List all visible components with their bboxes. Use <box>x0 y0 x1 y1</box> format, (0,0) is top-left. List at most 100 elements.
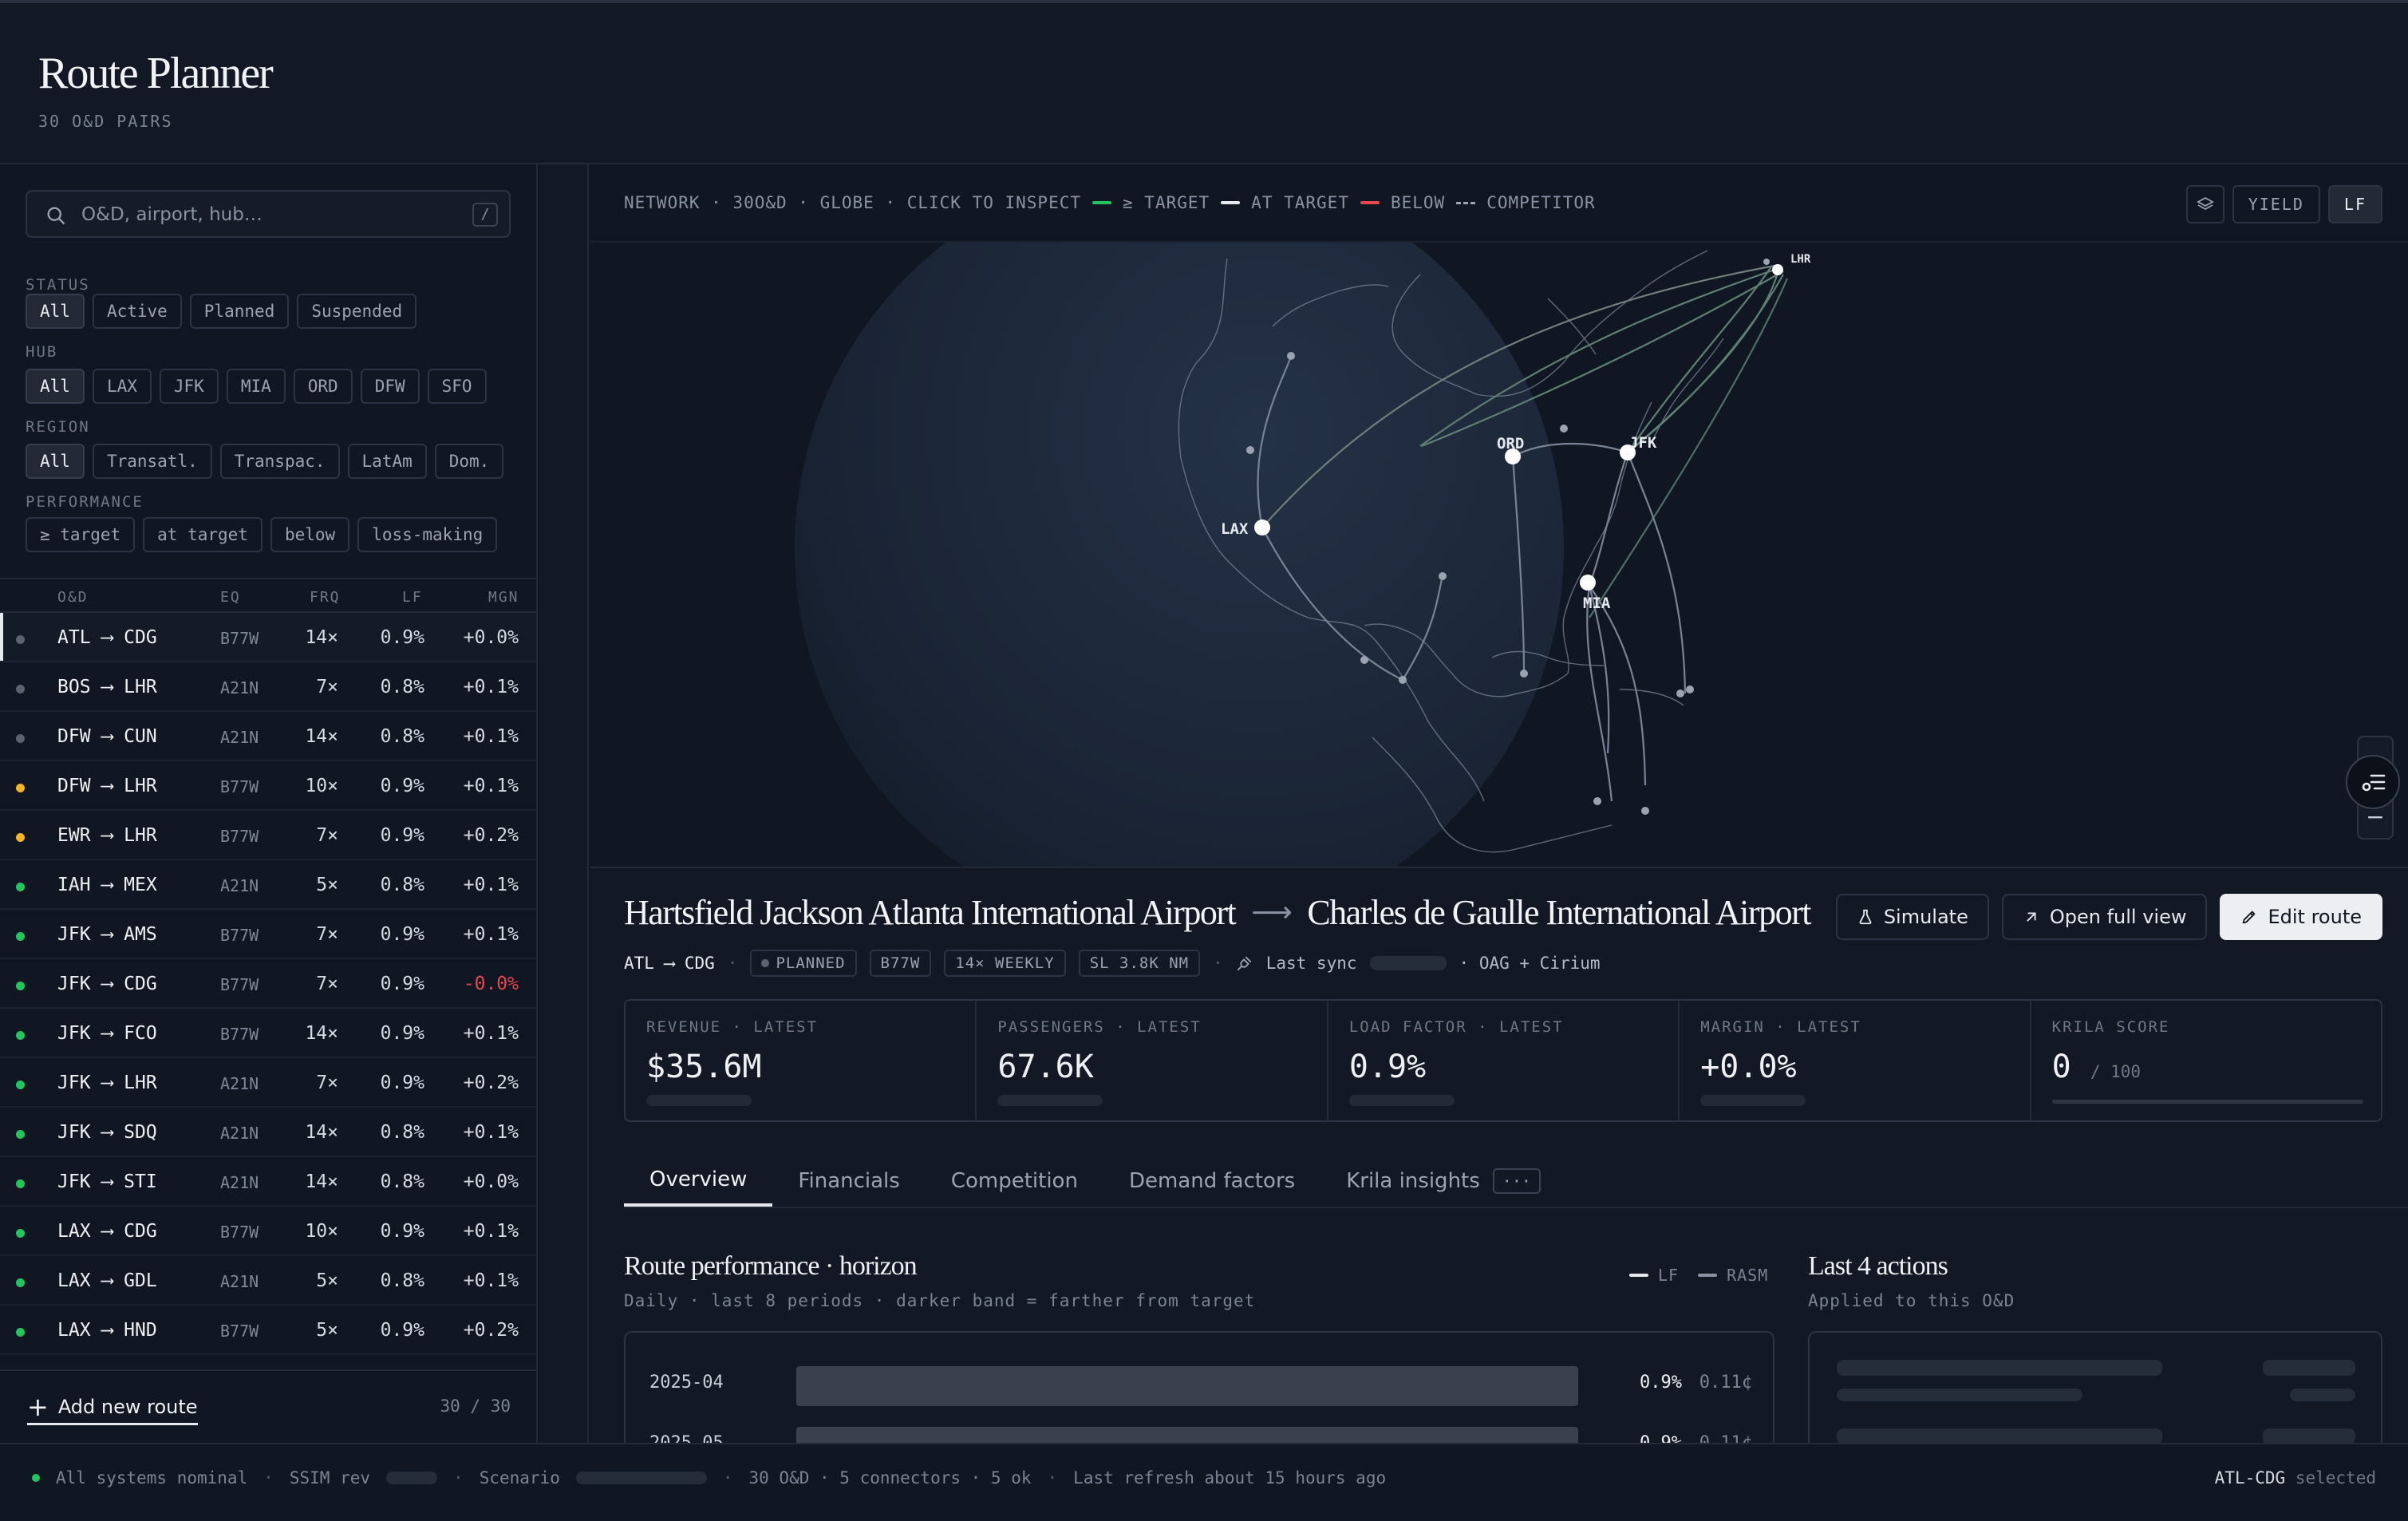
route-frequency: 7× <box>316 825 338 846</box>
route-row[interactable]: JFK ⟶ STI A21N 14× 0.8% +0.0% <box>0 1157 536 1207</box>
route-load-factor: 0.8% <box>380 726 424 747</box>
search-input[interactable] <box>81 200 432 230</box>
edit-route-button[interactable]: Edit route <box>2220 894 2382 940</box>
route-od: JFK ⟶ AMS <box>57 924 157 945</box>
route-row[interactable]: BOS ⟶ LHR A21N 7× 0.8% +0.1% <box>0 662 536 712</box>
route-origin: BOS <box>57 677 91 697</box>
column-od[interactable]: O&D <box>57 589 89 606</box>
performance-row[interactable]: 2025-05 0.9% 0.11¢ <box>626 1422 1773 1443</box>
route-row[interactable]: JFK ⟶ LHR A21N 7× 0.9% +0.2% <box>0 1058 536 1108</box>
status-chip-planned[interactable]: Planned <box>189 294 290 329</box>
globe-map[interactable]: LHR ORD JFK LAX MIA <box>590 243 2408 867</box>
perf-chip-at-target[interactable]: at target <box>143 517 263 552</box>
route-row[interactable]: JFK ⟶ AMS B77W 7× 0.9% +0.1% <box>0 910 536 959</box>
list-settings-icon <box>2362 774 2386 792</box>
tab-krila-insights[interactable]: Krila insights <box>1320 1156 1493 1207</box>
legend-at-swatch <box>1221 201 1241 204</box>
route-od: DFW ⟶ LHR <box>57 776 157 796</box>
column-eq[interactable]: EQ <box>220 589 241 606</box>
route-row[interactable]: JFK ⟶ CDG B77W 7× 0.9% -0.0% <box>0 959 536 1009</box>
tab-financials[interactable]: Financials <box>772 1156 925 1207</box>
hub-chip-jfk[interactable]: JFK <box>159 369 219 404</box>
airport-lhr-marker[interactable] <box>1772 264 1783 275</box>
legend-competitor-swatch <box>1456 201 1476 204</box>
perf-chip-loss-making[interactable]: loss-making <box>357 517 498 552</box>
add-route-button[interactable]: + Add new route <box>27 1390 198 1425</box>
lf-toggle[interactable]: LF <box>2327 185 2382 223</box>
route-margin: +0.1% <box>463 677 519 697</box>
status-chip-all[interactable]: All <box>26 294 85 329</box>
region-chip-all[interactable]: All <box>26 444 85 479</box>
route-destination: FCO <box>124 1023 157 1044</box>
status-chip-active[interactable]: Active <box>92 294 182 329</box>
region-chip-transpacific[interactable]: Transpac. <box>219 444 340 479</box>
route-od: ATL ⟶ CDG <box>57 627 157 648</box>
search-box[interactable]: / <box>26 190 511 238</box>
hub-chip-ord[interactable]: ORD <box>293 369 353 404</box>
search-icon <box>47 207 65 225</box>
route-row[interactable]: DFW ⟶ CUN A21N 14× 0.8% +0.1% <box>0 712 536 761</box>
route-equipment: B77W <box>220 975 259 994</box>
map-legend-toggle[interactable] <box>2346 755 2400 809</box>
yield-toggle[interactable]: YIELD <box>2232 185 2320 223</box>
route-row[interactable]: LAX ⟶ GDL A21N 5× 0.8% +0.1% <box>0 1256 536 1306</box>
route-status-dot-icon <box>16 1278 25 1287</box>
hub-chip-all[interactable]: All <box>26 369 85 404</box>
hub-chip-lax[interactable]: LAX <box>92 369 152 404</box>
airport-mia-marker[interactable] <box>1580 575 1596 591</box>
column-lf[interactable]: LF <box>402 589 423 606</box>
plus-icon: + <box>27 1391 49 1422</box>
action-skeleton <box>2263 1428 2355 1443</box>
sidebar-footer-divider <box>0 1369 536 1371</box>
legend-at-label: AT TARGET <box>1251 193 1349 212</box>
tab-overview[interactable]: Overview <box>624 1156 773 1207</box>
perf-chip-below[interactable]: below <box>270 517 350 552</box>
route-od: DFW ⟶ CUN <box>57 726 157 747</box>
route-row[interactable]: JFK ⟶ FCO B77W 14× 0.9% +0.1% <box>0 1009 536 1058</box>
route-row[interactable]: JFK ⟶ SDQ A21N 14× 0.8% +0.1% <box>0 1108 536 1157</box>
route-frequency: 7× <box>316 974 338 994</box>
column-frq[interactable]: FRQ <box>310 589 341 606</box>
routes-table-body: ATL ⟶ CDG B77W 14× 0.9% +0.0% BOS ⟶ LHR A21N 7×… <box>0 613 536 1355</box>
route-frequency: 5× <box>316 1320 338 1341</box>
route-frequency: 10× <box>305 776 338 796</box>
layers-button[interactable] <box>2185 185 2224 223</box>
route-row[interactable]: LAX ⟶ CDG B77W 10× 0.9% +0.1% <box>0 1207 536 1256</box>
route-status-dot-icon <box>16 1328 25 1337</box>
route-equipment: A21N <box>220 678 259 697</box>
more-tabs-button[interactable]: ··· <box>1492 1168 1541 1194</box>
perf-chip-above-target[interactable]: ≥ target <box>26 517 136 552</box>
route-equipment: A21N <box>220 728 259 747</box>
route-frequency: 14× <box>305 1023 338 1044</box>
region-chip-domestic[interactable]: Dom. <box>434 444 504 479</box>
route-row[interactable]: LAX ⟶ HND B77W 5× 0.9% +0.2% <box>0 1306 536 1355</box>
route-row[interactable]: ATL ⟶ CDG B77W 14× 0.9% +0.0% <box>0 613 536 662</box>
open-full-view-button[interactable]: Open full view <box>2001 894 2208 940</box>
selected-od: ATL-CDG <box>2214 1468 2286 1487</box>
route-origin: JFK <box>57 1073 91 1093</box>
region-chip-transatlantic[interactable]: Transatl. <box>92 444 212 479</box>
route-origin: JFK <box>57 1023 91 1044</box>
airport-lax-marker[interactable] <box>1254 520 1270 535</box>
hub-chip-mia[interactable]: MIA <box>226 369 286 404</box>
route-status-label: PLANNED <box>776 954 846 972</box>
route-load-factor: 0.8% <box>380 677 424 697</box>
hub-chip-sfo[interactable]: SFO <box>427 369 487 404</box>
route-origin: LAX <box>57 1270 91 1291</box>
legend-above-swatch <box>1092 201 1112 204</box>
simulate-button[interactable]: Simulate <box>1835 894 1989 940</box>
hub-chip-dfw[interactable]: DFW <box>360 369 420 404</box>
last-actions-subtitle: Applied to this O&D <box>1808 1291 2015 1310</box>
column-mgn[interactable]: MGN <box>488 589 519 606</box>
route-row[interactable]: IAH ⟶ MEX A21N 5× 0.8% +0.1% <box>0 860 536 910</box>
region-chip-latam[interactable]: LatAm <box>347 444 427 479</box>
route-row[interactable]: DFW ⟶ LHR B77W 10× 0.9% +0.1% <box>0 761 536 811</box>
legend-below-label: BELOW <box>1390 193 1446 212</box>
status-chip-suspended[interactable]: Suspended <box>297 294 417 329</box>
performance-row[interactable]: 2025-04 0.9% 0.11¢ <box>626 1361 1773 1409</box>
tab-competition[interactable]: Competition <box>926 1156 1103 1207</box>
tab-demand-factors[interactable]: Demand factors <box>1103 1156 1320 1207</box>
status-bar: All systems nominal · SSIM rev · Scenari… <box>0 1443 2408 1521</box>
route-arrow-icon: ⟶ <box>101 627 113 648</box>
route-row[interactable]: EWR ⟶ LHR B77W 7× 0.9% +0.2% <box>0 811 536 860</box>
